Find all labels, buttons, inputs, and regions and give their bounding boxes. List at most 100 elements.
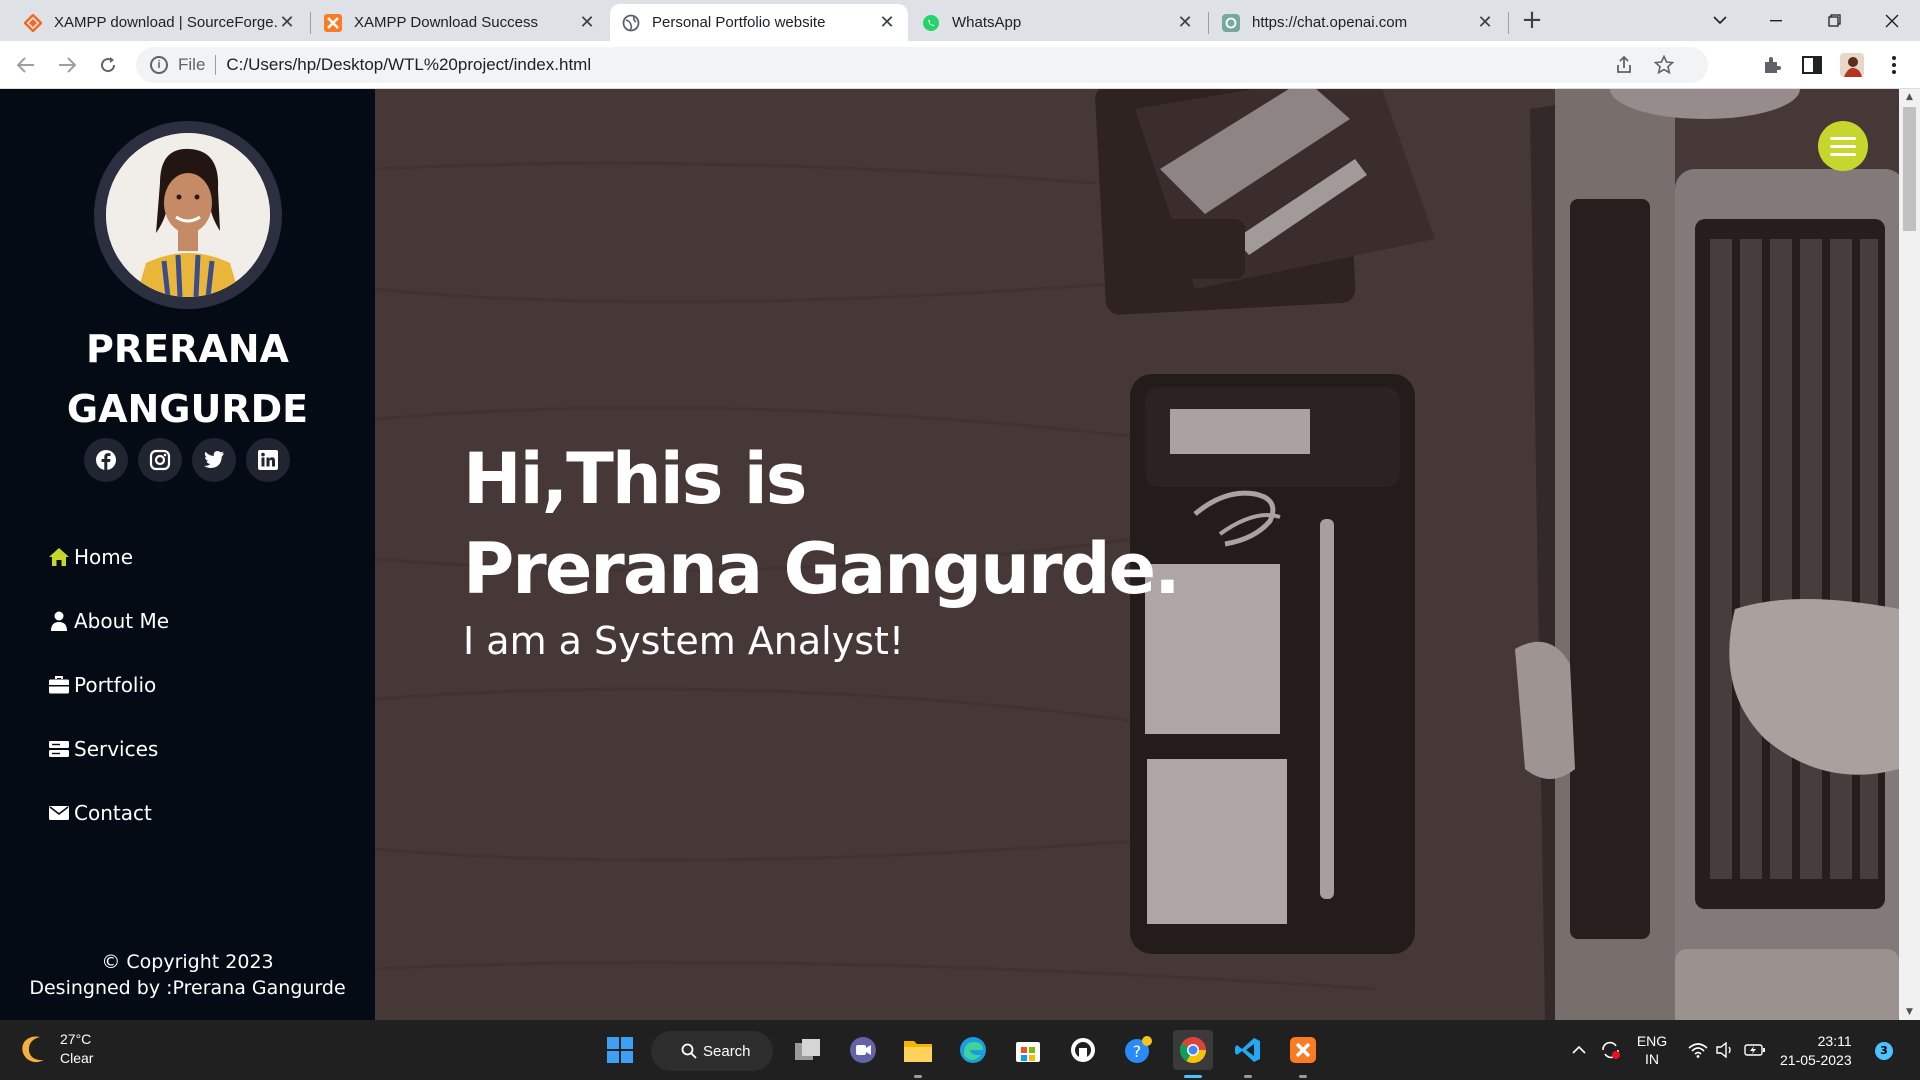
nav-label: Contact <box>74 801 152 825</box>
tab-search-button[interactable] <box>1692 0 1748 41</box>
new-tab-button[interactable]: + <box>1518 6 1546 34</box>
store-icon <box>1016 1042 1040 1062</box>
folder-icon <box>904 1041 932 1062</box>
mobile-menu-toggle[interactable] <box>1818 121 1868 171</box>
teams-chat-button[interactable] <box>843 1030 883 1070</box>
weather-temp: 27°C <box>60 1031 92 1047</box>
svg-text:?: ? <box>1133 1042 1142 1061</box>
language-indicator[interactable]: ENG IN <box>1630 1020 1674 1080</box>
tab-xampp-sourceforge[interactable]: XAMPP download | SourceForge.net ✕ <box>12 4 308 41</box>
side-panel-icon[interactable] <box>1800 53 1824 77</box>
tab-whatsapp[interactable]: WhatsApp ✕ <box>910 4 1206 41</box>
taskbar-clock[interactable]: 23:11 21-05-2023 <box>1780 1032 1852 1070</box>
nav-label: Home <box>74 545 134 569</box>
page-scrollbar[interactable]: ▲ ▼ <box>1899 89 1920 1020</box>
forward-button[interactable] <box>51 49 83 81</box>
designed-by-text: Desingned by :Prerana Gangurde <box>29 977 346 999</box>
search-label: Search <box>703 1042 751 1060</box>
active-indicator <box>1184 1075 1202 1078</box>
tab-title: WhatsApp <box>952 14 1022 31</box>
nav-item-services[interactable]: Services <box>48 717 169 781</box>
close-window-button[interactable] <box>1864 0 1920 41</box>
profile-photo <box>94 121 282 309</box>
hero-title: Hi,This is Prerana Gangurde. <box>463 434 1181 614</box>
chevron-down-icon <box>1713 16 1727 25</box>
taskbar-search[interactable]: Search <box>651 1031 773 1071</box>
tab-xampp-success[interactable]: XAMPP Download Success ✕ <box>312 4 608 41</box>
chrome-button[interactable] <box>1173 1030 1213 1070</box>
get-help-button[interactable]: ? <box>1118 1030 1158 1070</box>
restore-button[interactable] <box>1806 0 1862 41</box>
hero-title-line-1: Hi,This is <box>463 438 807 520</box>
minimize-icon <box>1770 19 1782 21</box>
arrow-left-icon <box>17 57 34 73</box>
close-icon[interactable]: ✕ <box>1176 13 1194 32</box>
envelope-icon <box>48 802 70 824</box>
scroll-down-arrow[interactable]: ▼ <box>1899 1004 1920 1020</box>
tab-chat-openai[interactable]: https://chat.openai.com ✕ <box>1210 4 1506 41</box>
page-viewport: PRERANA GANGURDE Home About Me Portfolio… <box>0 89 1920 1020</box>
more-menu-icon[interactable] <box>1882 53 1906 77</box>
close-icon[interactable]: ✕ <box>878 13 896 32</box>
chevron-up-icon <box>1572 1046 1586 1054</box>
extensions-icon[interactable] <box>1760 53 1784 77</box>
instagram-link[interactable] <box>138 438 182 482</box>
xampp-button[interactable] <box>1283 1030 1323 1070</box>
tab-separator <box>1208 12 1209 34</box>
profile-avatar[interactable] <box>1840 53 1864 77</box>
facebook-icon <box>96 450 116 470</box>
task-view-button[interactable] <box>788 1030 828 1070</box>
nav-item-portfolio[interactable]: Portfolio <box>48 653 169 717</box>
address-url[interactable]: C:/Users/hp/Desktop/WTL%20project/index.… <box>226 55 591 75</box>
linkedin-link[interactable] <box>246 438 290 482</box>
twitter-link[interactable] <box>192 438 236 482</box>
copyright-text: © Copyright 2023 <box>101 951 274 973</box>
tab-title: https://chat.openai.com <box>1252 14 1408 31</box>
tab-separator <box>310 12 311 34</box>
nav-item-contact[interactable]: Contact <box>48 781 169 845</box>
close-icon[interactable]: ✕ <box>1476 13 1494 32</box>
start-button[interactable] <box>600 1030 640 1070</box>
running-indicator <box>1299 1075 1307 1078</box>
owner-name: PRERANA GANGURDE <box>66 327 309 431</box>
browser-tab-strip: XAMPP download | SourceForge.net ✕ XAMPP… <box>0 0 1920 41</box>
language-line-2: IN <box>1645 1051 1659 1067</box>
sync-status-button[interactable] <box>1596 1020 1626 1080</box>
wifi-button[interactable] <box>1684 1020 1712 1080</box>
github-desktop-button[interactable] <box>1063 1030 1103 1070</box>
close-icon[interactable]: ✕ <box>278 13 296 32</box>
address-bar[interactable]: i File C:/Users/hp/Desktop/WTL%20project… <box>136 47 1708 83</box>
info-icon[interactable]: i <box>150 56 168 74</box>
hero-title-line-2: Prerana Gangurde. <box>463 528 1181 610</box>
vscode-button[interactable] <box>1228 1030 1268 1070</box>
back-button[interactable] <box>10 49 42 81</box>
tab-personal-portfolio[interactable]: Personal Portfolio website ✕ <box>610 4 908 41</box>
close-icon[interactable]: ✕ <box>578 13 596 32</box>
minimize-button[interactable] <box>1748 0 1804 41</box>
whatsapp-icon <box>922 14 940 32</box>
instagram-icon <box>149 449 171 471</box>
bookmark-star-icon[interactable] <box>1653 54 1675 80</box>
reload-button[interactable] <box>92 49 124 81</box>
facebook-link[interactable] <box>84 438 128 482</box>
battery-charging-icon <box>1744 1044 1765 1056</box>
share-icon[interactable] <box>1614 55 1634 80</box>
file-explorer-button[interactable] <box>898 1030 938 1070</box>
volume-button[interactable] <box>1712 1020 1740 1080</box>
briefcase-icon <box>48 674 70 696</box>
scroll-thumb[interactable] <box>1903 107 1916 231</box>
nav-item-about[interactable]: About Me <box>48 589 169 653</box>
hero-section: Hi,This is Prerana Gangurde. I am a Syst… <box>375 89 1899 1020</box>
battery-button[interactable] <box>1740 1020 1770 1080</box>
edge-button[interactable] <box>953 1030 993 1070</box>
browser-toolbar: i File C:/Users/hp/Desktop/WTL%20project… <box>0 41 1920 89</box>
weather-widget[interactable]: 27°C Clear <box>20 1030 93 1068</box>
show-hidden-icons-button[interactable] <box>1566 1020 1592 1080</box>
microsoft-store-button[interactable] <box>1008 1030 1048 1070</box>
nav-item-home[interactable]: Home <box>48 525 169 589</box>
xampp-icon <box>324 13 342 32</box>
address-divider <box>215 55 217 75</box>
notification-badge[interactable]: 3 <box>1875 1042 1893 1060</box>
scroll-up-arrow[interactable]: ▲ <box>1899 89 1920 105</box>
sidebar-nav: Home About Me Portfolio Services Contact <box>48 525 169 845</box>
